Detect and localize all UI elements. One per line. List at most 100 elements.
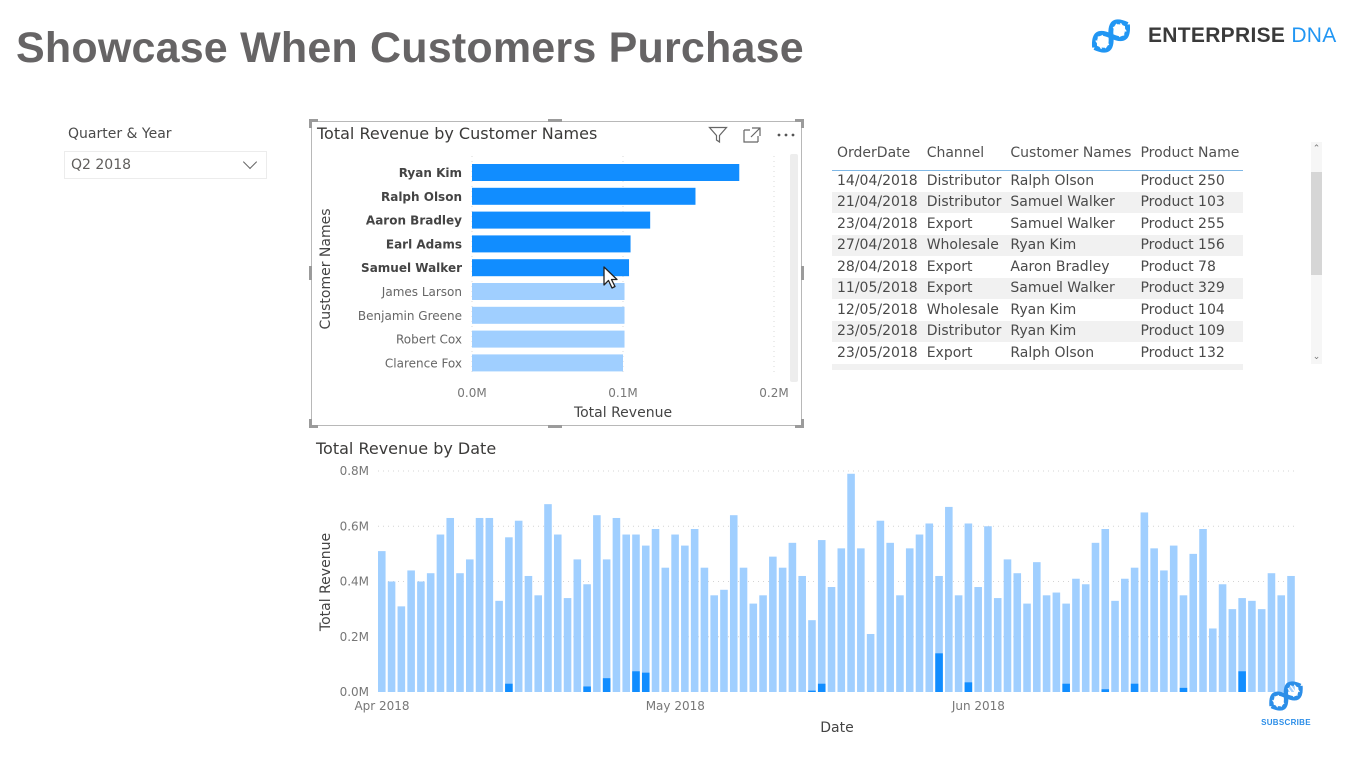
cell-product-name: Product 132: [1140, 344, 1225, 361]
table-scrollbar[interactable]: ⌃ ⌄: [1311, 142, 1322, 364]
slicer-dropdown[interactable]: Q2 2018: [64, 151, 267, 179]
column-bar: [993, 598, 1002, 692]
column-bar: [896, 595, 904, 692]
column-header-customer-names[interactable]: Customer Names: [1005, 140, 1136, 171]
table-row[interactable]: 28/04/2018 Export Aaron Bradley Product 78: [832, 256, 1243, 278]
category-label: Robert Cox: [396, 333, 462, 347]
bar-clarence-fox: [472, 354, 623, 372]
column-bar-highlight: [632, 671, 640, 692]
table-row[interactable]: 23/05/2018 Distributor Ryan Kim Product 109: [832, 320, 1244, 342]
column-bar: [1033, 562, 1041, 692]
column-bar-highlight: [1062, 683, 1070, 692]
cell-channel: Export: [926, 344, 973, 361]
table-row[interactable]: 21/04/2018 Distributor Samuel Walker Produc…: [832, 191, 1244, 213]
subscribe-badge[interactable]: SUBSCRIBE: [1256, 676, 1316, 727]
column-header-channel[interactable]: Channel: [921, 140, 1006, 171]
column-bar-highlight: [935, 653, 943, 692]
revenue-by-customer-visual[interactable]: Total Revenue by Customer Names 0.0M 0.1M…: [309, 119, 804, 428]
y-axis-title: Customer Names: [318, 208, 334, 329]
cell-product-name: Product 255: [1140, 215, 1225, 232]
bar-robert-cox: [472, 330, 625, 348]
column-bar: [1062, 603, 1070, 692]
cell-orderdate: 21/04/2018: [832, 191, 922, 213]
cell-orderdate: 23/05/2018: [832, 320, 922, 342]
column-bar: [837, 548, 846, 692]
column-bar: [505, 537, 513, 692]
column-bar: [1150, 548, 1158, 692]
column-bar: [1091, 542, 1100, 692]
logo-text-accent: DNA: [1291, 24, 1337, 47]
column-bar: [563, 598, 572, 692]
column-bar: [1199, 529, 1207, 692]
table-row[interactable]: 27/04/2018 Wholesale Ryan Kim Product 156: [832, 234, 1244, 256]
y-tick-label: 0.0M: [340, 685, 369, 699]
column-bar: [544, 504, 552, 692]
column-bar: [778, 567, 787, 692]
dna-icon: [1269, 681, 1303, 711]
table-scrollbar-thumb[interactable]: [1311, 172, 1322, 275]
chevron-up-icon[interactable]: ⌃: [1311, 144, 1322, 154]
column-bar: [593, 515, 601, 692]
column-header-orderdate[interactable]: OrderDate: [832, 140, 922, 171]
column-bar: [632, 534, 640, 692]
column-bar: [397, 606, 406, 692]
page-title: Showcase When Customers Purchase: [16, 24, 804, 72]
bar-ryan-kim: [472, 164, 740, 181]
column-bar: [387, 581, 396, 692]
category-label: Aaron Bradley: [366, 214, 462, 228]
column-bar-highlight: [1130, 683, 1139, 692]
cell-product-name: Product 103: [1135, 191, 1244, 213]
x-tick-label: 0.0M: [457, 386, 486, 400]
column-bar: [524, 575, 533, 692]
table-row[interactable]: 23/04/2018 Export Samuel Walker Product 255: [832, 213, 1243, 235]
table-row[interactable]: 12/05/2018 Wholesale Ryan Kim Product 104: [832, 299, 1243, 321]
revenue-by-date-visual[interactable]: Total Revenue by Date 0.0M 0.2M 0.4M 0.6M 0.…: [311, 436, 1311, 746]
column-bar: [817, 540, 826, 692]
category-label: Earl Adams: [386, 237, 462, 251]
cell-customer-name: Aaron Bradley: [1010, 258, 1110, 275]
cell-product-name: Product 78: [1140, 258, 1216, 275]
column-bar-highlight: [641, 672, 650, 692]
column-bar: [905, 548, 914, 692]
column-header-product-name[interactable]: Product Name: [1135, 140, 1244, 171]
bar-earl-adams: [472, 235, 631, 253]
cell-customer-name: Ralph Olson: [1010, 344, 1095, 361]
column-bar: [1023, 603, 1031, 692]
column-bar-highlight: [964, 682, 973, 692]
column-bar: [475, 517, 484, 692]
column-bar: [456, 573, 464, 692]
dna-icon: [1091, 19, 1131, 53]
table-row[interactable]: 11/05/2018 Export Samuel Walker Product 329: [832, 277, 1244, 299]
column-bar: [866, 633, 875, 692]
column-bar: [1218, 584, 1227, 692]
column-bar: [749, 603, 758, 692]
column-bar: [465, 559, 474, 692]
bar-ralph-olson: [472, 187, 696, 205]
logo-text-main: ENTERPRISE: [1148, 24, 1286, 47]
column-bar: [514, 520, 523, 692]
slicer-label: Quarter & Year: [68, 126, 172, 142]
table-row[interactable]: 14/04/2018 Distributor Ralph Olson Product …: [832, 170, 1243, 192]
cell-orderdate: 23/04/2018: [837, 215, 918, 232]
column-bar: [573, 559, 582, 692]
x-axis-title: Date: [820, 720, 853, 736]
table-row[interactable]: 23/05/2018 Export Ralph Olson Product 132: [832, 342, 1243, 364]
column-bar: [1111, 600, 1119, 692]
column-bar: [602, 559, 611, 692]
column-bar: [1228, 609, 1237, 692]
cell-product-name: Product 104: [1140, 301, 1225, 318]
x-axis-title: Total Revenue: [573, 405, 672, 421]
column-bar: [690, 529, 699, 692]
cell-orderdate: 28/04/2018: [837, 258, 918, 275]
cell-product-name: Product 329: [1135, 277, 1244, 299]
column-bar: [534, 595, 543, 692]
cell-channel: Distributor: [921, 191, 1006, 213]
column-bar: [641, 545, 650, 692]
column-bar: [720, 589, 728, 692]
column-chart-plot: 0.0M 0.2M 0.4M 0.6M 0.8M Apr 2018 May 2018 Jun …: [318, 464, 1297, 736]
cell-customer-name: Samuel Walker: [1005, 277, 1136, 299]
column-bar: [769, 556, 777, 692]
chevron-down-icon[interactable]: ⌄: [1311, 352, 1322, 362]
column-bar: [1179, 595, 1188, 692]
column-bar: [426, 573, 435, 692]
